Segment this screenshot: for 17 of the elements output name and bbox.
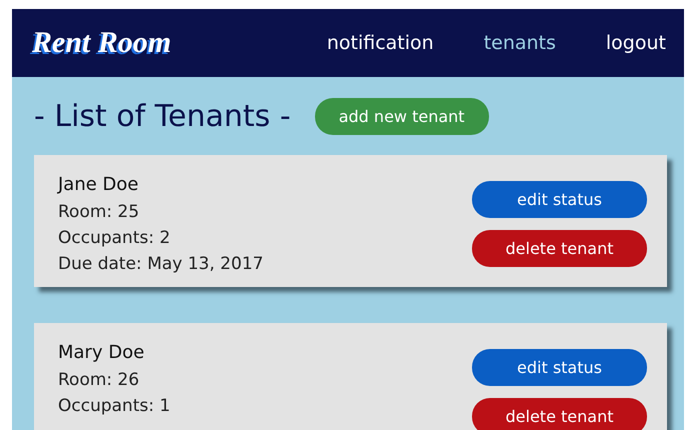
add-tenant-button[interactable]: add new tenant [314, 98, 489, 134]
due-date-text: Due date: May 13, 2017 [58, 253, 264, 276]
nav-link[interactable]: logout [606, 32, 666, 54]
nav-link[interactable]: notification [326, 32, 434, 54]
room-text: Room: 25 [58, 201, 140, 224]
occupants-text: Occupants: 2 [58, 227, 172, 250]
page-title: - List of Tenants - [34, 98, 291, 134]
brand-logo[interactable]: Rent Room [32, 26, 172, 60]
edit-status-button[interactable]: edit status [472, 181, 647, 218]
delete-tenant-button[interactable]: delete tenant [472, 230, 647, 267]
nav-link[interactable]: tenants [484, 32, 556, 54]
room-text: Room: 26 [58, 369, 140, 392]
delete-tenant-button[interactable]: delete tenant [472, 398, 647, 430]
tenant-name: Jane Doe [58, 173, 140, 197]
edit-status-button[interactable]: edit status [472, 349, 647, 386]
occupants-text: Occupants: 1 [58, 395, 170, 418]
tenant-name: Mary Doe [58, 341, 146, 365]
